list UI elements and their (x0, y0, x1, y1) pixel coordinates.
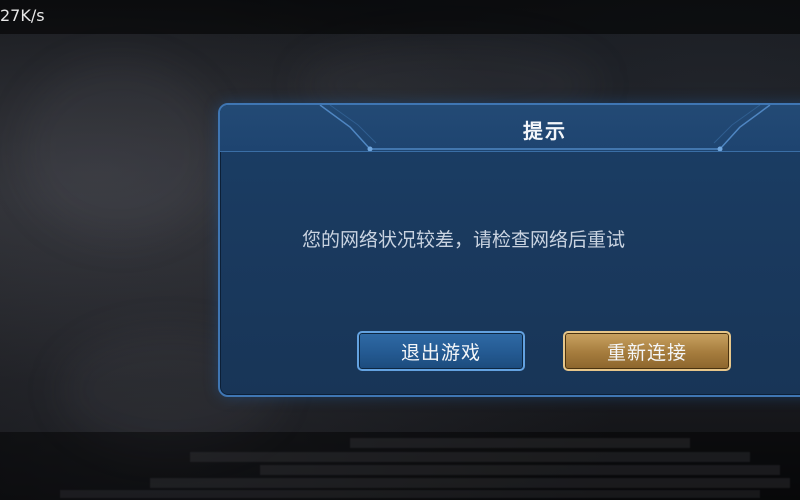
footer-text-line (60, 490, 760, 498)
footer-disclaimer-area (0, 432, 800, 500)
footer-text-line (350, 438, 690, 448)
network-speed: 27K/s (0, 6, 45, 25)
reconnect-button[interactable]: 重新连接 (563, 331, 731, 371)
dialog-header: 提示 (220, 105, 800, 152)
network-error-dialog: 提示 您的网络状况较差，请检查网络后重试 退出游戏 重新连接 (218, 103, 800, 397)
background-blur-shape (20, 60, 220, 240)
footer-text-line (260, 465, 780, 475)
game-screen: 27K/s 提示 您的网络状况较差，请检查网络后重试 退出游戏 重新连接 (0, 0, 800, 500)
status-bar: 27K/s (0, 0, 800, 34)
dialog-title: 提示 (523, 119, 567, 143)
footer-text-line (190, 452, 750, 462)
dialog-message: 您的网络状况较差，请检查网络后重试 (302, 229, 626, 251)
exit-game-button[interactable]: 退出游戏 (357, 331, 525, 371)
footer-text-line (150, 478, 790, 488)
